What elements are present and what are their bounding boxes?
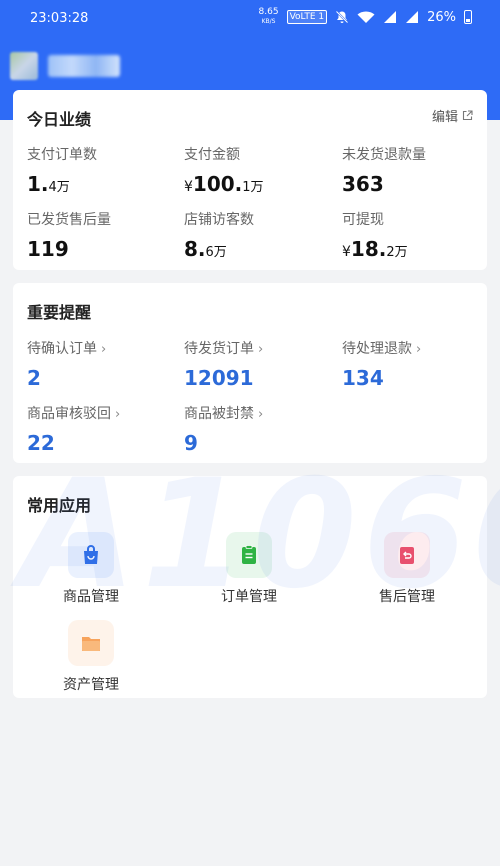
status-time: 23:03:28 <box>30 11 89 26</box>
network-speed: 8.65 KB/S <box>258 7 279 26</box>
battery-percent: 26% <box>427 9 456 25</box>
status-bar: 23:03:28 8.65 KB/S VoLTE 1 26% <box>0 0 500 38</box>
signal-icon <box>384 11 397 23</box>
metric-paid-orders[interactable]: 支付订单数 1.4万 <box>27 144 97 196</box>
reminder-pending-refund[interactable]: 待处理退款 › 134 <box>342 338 421 390</box>
metric-shipped-aftersale[interactable]: 已发货售后量 119 <box>27 209 111 261</box>
folder-icon <box>82 637 100 651</box>
wifi-icon <box>357 11 375 23</box>
external-link-icon <box>462 110 473 121</box>
volte-badge: VoLTE 1 <box>286 10 328 24</box>
chevron-right-icon: › <box>258 407 264 422</box>
edit-button[interactable]: 编辑 <box>432 106 473 125</box>
metric-unshipped-refunds[interactable]: 未发货退款量 363 <box>342 144 426 196</box>
reminder-pending-confirm[interactable]: 待确认订单 › 2 <box>27 338 106 390</box>
shop-avatar[interactable] <box>10 52 38 80</box>
chevron-right-icon: › <box>416 342 422 357</box>
reminders-card: 重要提醒 待确认订单 › 2 待发货订单 › 12091 待处理退款 › 134 商品… <box>13 283 487 463</box>
metric-store-visitors[interactable]: 店铺访客数 8.6万 <box>184 209 254 261</box>
status-icons: 8.65 KB/S VoLTE 1 26% <box>259 8 472 26</box>
watermark: A1060 <box>20 448 500 622</box>
chevron-right-icon: › <box>115 407 121 422</box>
app-asset-management[interactable]: 资产管理 <box>31 620 151 694</box>
chevron-right-icon: › <box>101 342 107 357</box>
app-label: 资产管理 <box>63 677 119 693</box>
edit-label: 编辑 <box>431 110 458 125</box>
signal-icon-2 <box>406 11 419 23</box>
reminder-pending-ship[interactable]: 待发货订单 › 12091 <box>184 338 263 390</box>
performance-title: 今日业绩 <box>27 110 92 129</box>
metric-paid-amount[interactable]: 支付金额 ¥100.1万 <box>184 144 264 196</box>
performance-card: 今日业绩 编辑 支付订单数 1.4万 支付金额 ¥100.1万 未发货退款量 3… <box>13 90 487 270</box>
chevron-right-icon: › <box>258 342 264 357</box>
mute-bell-icon <box>335 10 349 24</box>
battery-icon <box>464 10 472 24</box>
metric-withdrawable[interactable]: 可提现 ¥18.2万 <box>342 209 408 261</box>
shop-name-blurred[interactable] <box>48 55 120 77</box>
reminders-title: 重要提醒 <box>27 303 92 322</box>
